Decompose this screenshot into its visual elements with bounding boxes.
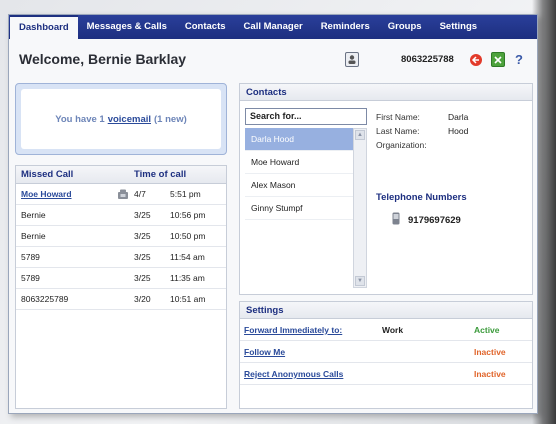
telephone-number-row[interactable]: 9179697629 bbox=[392, 212, 461, 228]
logout-icon[interactable] bbox=[469, 52, 483, 67]
voicemail-message: You have 1 voicemail (1 new) bbox=[21, 89, 221, 149]
background: Dashboard Messages & Calls Contacts Call… bbox=[0, 0, 556, 424]
missed-call-name[interactable]: Moe Howard bbox=[16, 184, 112, 204]
missed-call-column-header: Missed Call bbox=[21, 169, 74, 180]
first-name-row: First Name: Darla bbox=[376, 110, 526, 124]
settings-row-follow-me: Follow Me Inactive bbox=[240, 341, 532, 363]
missed-call-date: 3/25 bbox=[134, 231, 151, 241]
forward-immediately-link[interactable]: Forward Immediately to: bbox=[244, 319, 382, 340]
contact-card-icon[interactable] bbox=[345, 52, 359, 67]
nav-tab-call-manager[interactable]: Call Manager bbox=[235, 15, 312, 39]
list-item[interactable]: Alex Mason bbox=[245, 174, 353, 197]
missed-call-time: 11:35 am bbox=[170, 273, 205, 283]
first-name-label: First Name: bbox=[376, 112, 420, 122]
voicemail-panel: You have 1 voicemail (1 new) bbox=[15, 83, 227, 155]
missed-call-date: 3/20 bbox=[134, 294, 151, 304]
main-nav: Dashboard Messages & Calls Contacts Call… bbox=[9, 15, 537, 39]
voicemail-prefix: You have 1 bbox=[55, 113, 105, 125]
table-row[interactable]: Bernie 3/25 10:50 pm bbox=[16, 226, 226, 247]
missed-call-name: 8063225789 bbox=[21, 294, 69, 304]
missed-call-time: 10:50 pm bbox=[170, 231, 206, 241]
missed-call-time: 11:54 am bbox=[170, 252, 205, 262]
missed-call-date: 4/7 bbox=[134, 189, 146, 199]
settings-row-reject-anonymous: Reject Anonymous Calls Inactive bbox=[240, 363, 532, 385]
missed-call-name: 5789 bbox=[21, 252, 40, 262]
settings-row-forward: Forward Immediately to: Work Active bbox=[240, 319, 532, 341]
header-tools: 8063225788 ? bbox=[345, 51, 535, 69]
mobile-phone-icon bbox=[392, 212, 400, 228]
nav-tab-messages-calls[interactable]: Messages & Calls bbox=[78, 15, 176, 39]
reject-anonymous-calls-link[interactable]: Reject Anonymous Calls bbox=[244, 363, 382, 384]
follow-me-value bbox=[382, 341, 474, 362]
telephone-number[interactable]: 9179697629 bbox=[408, 215, 461, 226]
time-of-call-column-header: Time of call bbox=[134, 169, 187, 180]
missed-call-date: 3/25 bbox=[134, 210, 151, 220]
contact-search-input[interactable]: Search for... bbox=[245, 108, 367, 125]
missed-call-name: 5789 bbox=[21, 273, 40, 283]
voicemail-suffix: (1 new) bbox=[154, 113, 187, 125]
nav-tab-dashboard[interactable]: Dashboard bbox=[10, 15, 78, 39]
contact-list: Darla Hood Moe Howard Alex Mason Ginny S… bbox=[245, 128, 353, 220]
scroll-down-icon[interactable]: ▼ bbox=[355, 276, 365, 286]
nav-tab-groups[interactable]: Groups bbox=[379, 15, 431, 39]
table-row[interactable]: Bernie 3/25 10:56 pm bbox=[16, 205, 226, 226]
voicemail-link[interactable]: voicemail bbox=[108, 114, 151, 125]
missed-call-time: 5:51 pm bbox=[170, 189, 201, 199]
table-row[interactable]: 8063225789 3/20 10:51 am bbox=[16, 289, 226, 310]
reject-anonymous-value bbox=[382, 363, 474, 384]
list-item[interactable]: Moe Howard bbox=[245, 151, 353, 174]
status-badge: Inactive bbox=[474, 369, 506, 379]
scroll-up-icon[interactable]: ▲ bbox=[355, 130, 365, 140]
table-row[interactable]: 5789 3/25 11:54 am bbox=[16, 247, 226, 268]
missed-call-time: 10:56 pm bbox=[170, 210, 206, 220]
missed-call-name: Bernie bbox=[21, 231, 46, 241]
follow-me-link[interactable]: Follow Me bbox=[244, 341, 382, 362]
list-item[interactable]: Darla Hood bbox=[245, 128, 353, 151]
organization-row: Organization: bbox=[376, 138, 526, 152]
missed-call-time: 10:51 am bbox=[170, 294, 206, 304]
nav-tab-settings[interactable]: Settings bbox=[431, 15, 486, 39]
contacts-panel: Contacts Search for... Darla Hood Moe Ho… bbox=[239, 83, 533, 295]
forward-target-value: Work bbox=[382, 325, 404, 335]
call-back-icon[interactable] bbox=[112, 184, 134, 204]
first-name-value: Darla bbox=[448, 112, 469, 122]
contacts-panel-title: Contacts bbox=[240, 84, 532, 101]
organization-label: Organization: bbox=[376, 140, 427, 150]
table-row[interactable]: Moe Howard 4/7 5:51 pm bbox=[16, 184, 226, 205]
contact-list-scrollbar[interactable]: ▲ ▼ bbox=[353, 128, 367, 288]
missed-calls-panel: Missed Call Time of call Moe Howard 4/7 … bbox=[15, 165, 227, 409]
nav-tab-contacts[interactable]: Contacts bbox=[176, 15, 235, 39]
user-phone-number: 8063225788 bbox=[401, 54, 454, 65]
telephone-numbers-title: Telephone Numbers bbox=[376, 192, 467, 203]
last-name-value: Hood bbox=[448, 126, 469, 136]
missed-calls-header: Missed Call Time of call bbox=[16, 166, 226, 184]
missed-call-name: Bernie bbox=[21, 210, 46, 220]
last-name-label: Last Name: bbox=[376, 126, 420, 136]
dashboard-screen: Dashboard Messages & Calls Contacts Call… bbox=[8, 14, 538, 414]
settings-panel-title: Settings bbox=[240, 302, 532, 319]
status-badge: Active bbox=[474, 325, 500, 335]
nav-tab-reminders[interactable]: Reminders bbox=[312, 15, 379, 39]
missed-call-date: 3/25 bbox=[134, 273, 151, 283]
table-row[interactable]: 5789 3/25 11:35 am bbox=[16, 268, 226, 289]
missed-call-date: 3/25 bbox=[134, 252, 151, 262]
welcome-title: Welcome, Bernie Barklay bbox=[19, 51, 187, 67]
contact-detail: First Name: Darla Last Name: Hood Organi… bbox=[376, 110, 526, 152]
last-name-row: Last Name: Hood bbox=[376, 124, 526, 138]
export-icon[interactable] bbox=[491, 52, 505, 67]
list-item[interactable]: Ginny Stumpf bbox=[245, 197, 353, 220]
help-icon[interactable]: ? bbox=[512, 52, 526, 67]
settings-panel: Settings Forward Immediately to: Work Ac… bbox=[239, 301, 533, 409]
status-badge: Inactive bbox=[474, 347, 506, 357]
